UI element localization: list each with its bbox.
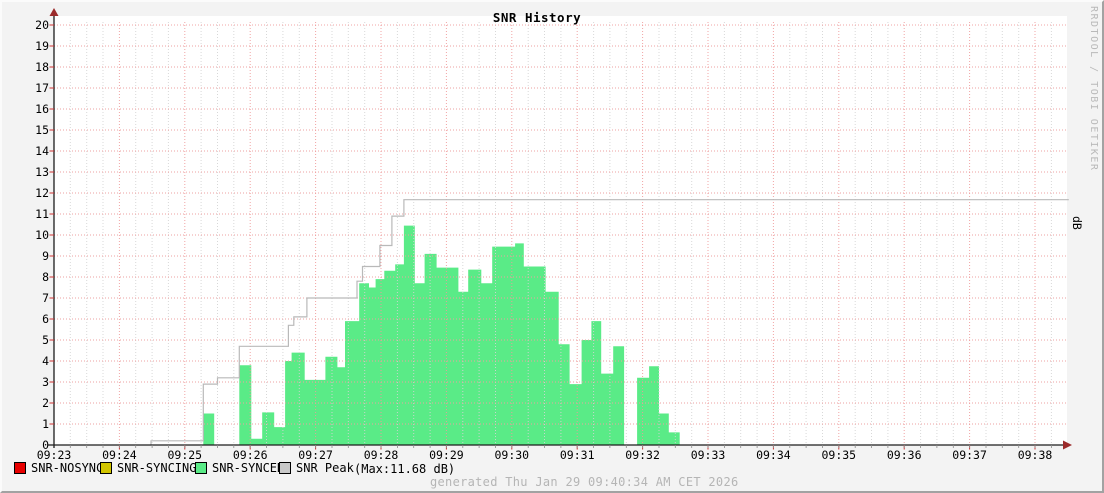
nosync-swatch-icon	[14, 462, 26, 474]
legend-item-snr-peak: SNR Peak	[279, 461, 354, 475]
peak-max-note: (Max:11.68 dB)	[354, 462, 455, 476]
y-tick-label: 6	[42, 312, 49, 326]
x-tick-label: 09:25	[167, 448, 202, 462]
rrdtool-graph-window: 0123456789101112131415161718192009:2309:…	[0, 0, 1104, 493]
x-tick-label: 09:31	[560, 448, 595, 462]
generated-timestamp: generated Thu Jan 29 09:40:34 AM CET 202…	[430, 475, 739, 489]
x-tick-label: 09:23	[37, 448, 72, 462]
y-tick-label: 9	[42, 249, 49, 263]
x-tick-label: 09:32	[625, 448, 660, 462]
x-tick-label: 09:38	[1018, 448, 1053, 462]
y-tick-label: 10	[35, 228, 49, 242]
y-tick-label: 5	[42, 333, 49, 347]
x-axis-arrow-icon	[1063, 441, 1072, 450]
y-tick-label: 11	[35, 207, 49, 221]
legend-label-peak: SNR Peak	[296, 461, 354, 475]
legend-label-syncing: SNR-SYNCING	[117, 461, 196, 475]
legend-item-snr-nosync: SNR-NOSYNC	[14, 461, 103, 475]
legend-item-snr-synced: SNR-SYNCED	[195, 461, 284, 475]
y-axis-unit-label: dB	[1070, 216, 1084, 230]
legend-label-synced: SNR-SYNCED	[212, 461, 284, 475]
x-tick-label: 09:29	[429, 448, 464, 462]
y-tick-label: 18	[35, 60, 49, 74]
legend-label-nosync: SNR-NOSYNC	[31, 461, 103, 475]
y-tick-label: 19	[35, 39, 49, 53]
y-tick-label: 4	[42, 354, 49, 368]
y-tick-label: 16	[35, 102, 49, 116]
y-tick-label: 8	[42, 270, 49, 284]
x-tick-label: 09:37	[952, 448, 987, 462]
y-tick-label: 14	[35, 144, 49, 158]
x-tick-label: 09:28	[364, 448, 399, 462]
x-tick-label: 09:30	[494, 448, 529, 462]
y-tick-label: 12	[35, 186, 49, 200]
x-tick-label: 09:34	[756, 448, 791, 462]
legend: SNR-NOSYNC SNR-SYNCING SNR-SYNCED SNR Pe…	[2, 461, 1102, 476]
y-tick-label: 3	[42, 375, 49, 389]
y-tick-label: 15	[35, 123, 49, 137]
x-tick-label: 09:26	[233, 448, 268, 462]
peak-swatch-icon	[279, 462, 291, 474]
y-tick-label: 13	[35, 165, 49, 179]
syncing-swatch-icon	[100, 462, 112, 474]
rrdtool-watermark: RRDTOOL / TOBI OETIKER	[1088, 6, 1099, 171]
x-tick-label: 09:35	[821, 448, 856, 462]
x-tick-label: 09:24	[102, 448, 137, 462]
x-tick-label: 09:33	[691, 448, 726, 462]
y-tick-label: 17	[35, 81, 49, 95]
legend-item-snr-syncing: SNR-SYNCING	[100, 461, 196, 475]
chart-title: SNR History	[2, 10, 1072, 25]
x-tick-label: 09:27	[298, 448, 333, 462]
y-tick-label: 1	[42, 417, 49, 431]
y-tick-label: 7	[42, 291, 49, 305]
snr-history-chart: 0123456789101112131415161718192009:2309:…	[2, 2, 1102, 491]
y-tick-label: 2	[42, 396, 49, 410]
synced-swatch-icon	[195, 462, 207, 474]
x-tick-label: 09:36	[887, 448, 922, 462]
